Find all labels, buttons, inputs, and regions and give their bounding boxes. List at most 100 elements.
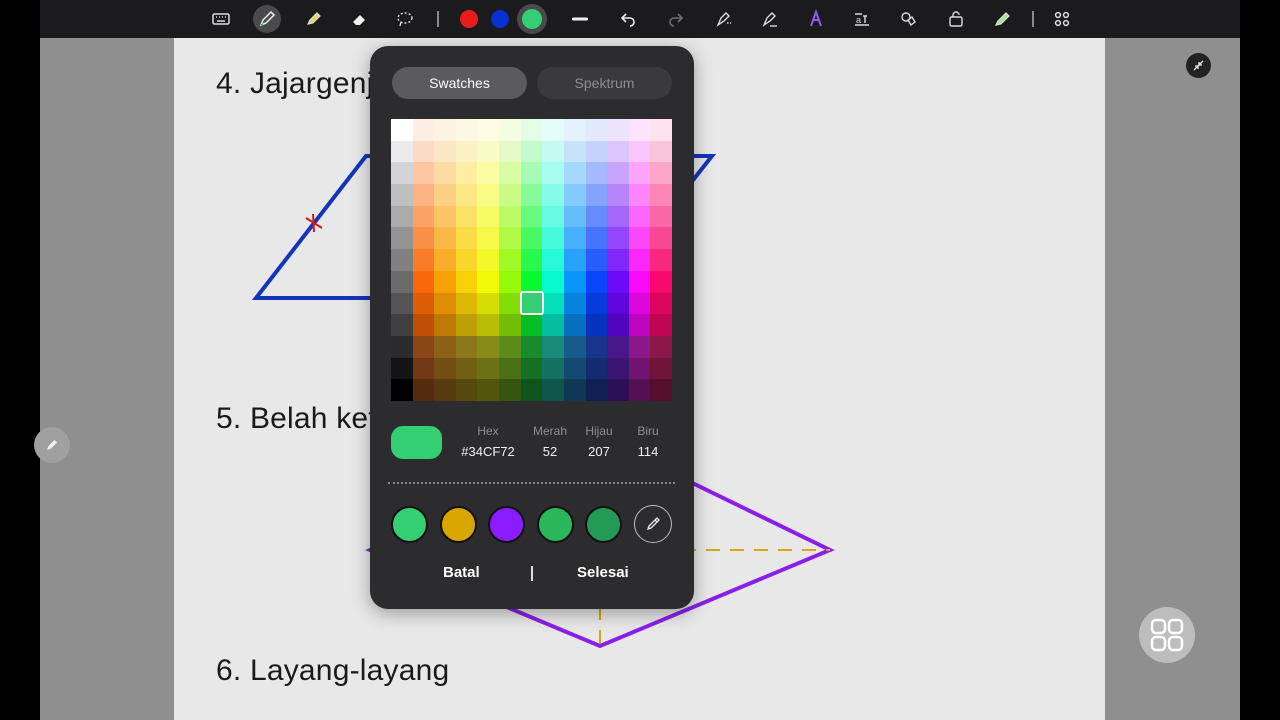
swatch-cell[interactable] <box>563 205 586 228</box>
swatch-cell[interactable] <box>628 184 651 206</box>
recent-color-purple[interactable] <box>488 506 525 543</box>
swatch-cell[interactable] <box>650 205 672 228</box>
swatch-cell[interactable] <box>455 292 478 315</box>
swatch-cell[interactable] <box>391 140 413 163</box>
highlighter-icon[interactable] <box>299 5 327 33</box>
swatch-cell[interactable] <box>585 184 608 206</box>
swatch-cell[interactable] <box>412 205 435 228</box>
swatch-cell[interactable] <box>499 119 521 141</box>
swatch-cell[interactable] <box>542 162 564 185</box>
green-value[interactable]: 207 <box>577 444 621 459</box>
swatch-cell[interactable] <box>650 379 672 401</box>
swatch-cell[interactable] <box>563 379 586 401</box>
swatch-cell[interactable] <box>455 140 478 163</box>
swatch-cell[interactable] <box>412 270 435 293</box>
swatch-cell[interactable] <box>455 119 478 141</box>
swatch-cell[interactable] <box>520 335 543 358</box>
swatch-cell[interactable] <box>542 270 564 293</box>
swatch-cell[interactable] <box>607 205 629 228</box>
swatch-cell[interactable] <box>563 270 586 293</box>
swatch-cell[interactable] <box>650 227 672 250</box>
swatch-cell[interactable] <box>455 162 478 185</box>
swatch-cell[interactable] <box>585 314 608 336</box>
swatch-cell[interactable] <box>391 227 413 250</box>
redo-icon[interactable] <box>662 5 690 33</box>
recent-color-dark-green[interactable] <box>585 506 622 543</box>
recent-color-gold[interactable] <box>440 506 477 543</box>
swatch-cell[interactable] <box>455 357 478 380</box>
swatch-cell[interactable] <box>607 227 629 250</box>
swatch-cell[interactable] <box>391 335 413 358</box>
swatch-cell[interactable] <box>391 119 413 141</box>
swatch-cell[interactable] <box>391 249 413 271</box>
swatch-cell[interactable] <box>455 335 478 358</box>
swatch-cell[interactable] <box>563 314 586 336</box>
swatch-cell[interactable] <box>607 270 629 293</box>
swatch-cell[interactable] <box>477 162 500 185</box>
swatch-cell[interactable] <box>542 227 564 250</box>
swatch-cell[interactable] <box>412 249 435 271</box>
swatch-cell[interactable] <box>412 357 435 380</box>
hex-value[interactable]: #34CF72 <box>456 444 520 459</box>
swatch-cell[interactable] <box>650 314 672 336</box>
pencil-icon[interactable] <box>34 427 70 463</box>
swatch-cell[interactable] <box>628 292 651 315</box>
swatch-cell[interactable] <box>542 205 564 228</box>
swatch-cell[interactable] <box>455 249 478 271</box>
text-style-icon[interactable] <box>802 5 830 33</box>
grid-menu-icon[interactable] <box>1139 607 1195 663</box>
swatch-cell[interactable] <box>628 205 651 228</box>
swatch-cell[interactable] <box>434 205 456 228</box>
swatch-cell[interactable] <box>607 379 629 401</box>
swatch-cell[interactable] <box>607 249 629 271</box>
color-red-swatch[interactable] <box>460 10 478 28</box>
swatch-cell[interactable] <box>563 357 586 380</box>
swatch-cell[interactable] <box>477 227 500 250</box>
swatch-cell[interactable] <box>477 140 500 163</box>
swatch-cell[interactable] <box>628 227 651 250</box>
swatch-cell[interactable] <box>563 119 586 141</box>
swatch-cell[interactable] <box>628 162 651 185</box>
swatch-cell[interactable] <box>650 119 672 141</box>
swatch-cell[interactable] <box>477 314 500 336</box>
swatch-cell[interactable] <box>520 162 543 185</box>
swatch-cell[interactable] <box>650 335 672 358</box>
pen-icon[interactable] <box>253 5 281 33</box>
swatch-cell[interactable] <box>477 357 500 380</box>
swatch-cell[interactable] <box>434 184 456 206</box>
swatch-cell[interactable] <box>563 292 586 315</box>
swatch-cell[interactable] <box>542 184 564 206</box>
swatch-cell[interactable] <box>520 249 543 271</box>
swatch-cell[interactable] <box>650 162 672 185</box>
swatch-cell[interactable] <box>585 119 608 141</box>
swatch-cell[interactable] <box>607 184 629 206</box>
swatch-cell[interactable] <box>542 292 564 315</box>
swatch-cell[interactable] <box>563 249 586 271</box>
magic-pen-icon[interactable] <box>756 5 784 33</box>
swatch-cell[interactable] <box>412 140 435 163</box>
swatch-cell[interactable] <box>391 379 413 401</box>
swatch-cell[interactable] <box>520 205 543 228</box>
swatch-cell[interactable] <box>650 270 672 293</box>
swatch-cell[interactable] <box>520 140 543 163</box>
red-value[interactable]: 52 <box>528 444 572 459</box>
swatch-cell[interactable] <box>520 314 543 336</box>
done-button[interactable]: Selesai <box>577 564 629 581</box>
swatch-cell[interactable] <box>542 249 564 271</box>
swatch-cell[interactable] <box>628 249 651 271</box>
swatch-grid[interactable] <box>391 119 672 401</box>
swatch-cell[interactable] <box>434 292 456 315</box>
text-box-icon[interactable]: a <box>848 5 876 33</box>
swatch-cell[interactable] <box>650 357 672 380</box>
swatch-cell[interactable] <box>585 140 608 163</box>
swatch-cell[interactable] <box>650 140 672 163</box>
swatch-cell[interactable] <box>434 270 456 293</box>
swatch-cell[interactable] <box>499 379 521 401</box>
swatch-cell[interactable] <box>434 119 456 141</box>
swatch-cell[interactable] <box>520 119 543 141</box>
swatch-cell[interactable] <box>563 335 586 358</box>
swatch-cell[interactable] <box>585 357 608 380</box>
color-green-swatch[interactable] <box>517 4 547 34</box>
swatch-cell[interactable] <box>585 335 608 358</box>
swatch-cell[interactable] <box>455 270 478 293</box>
